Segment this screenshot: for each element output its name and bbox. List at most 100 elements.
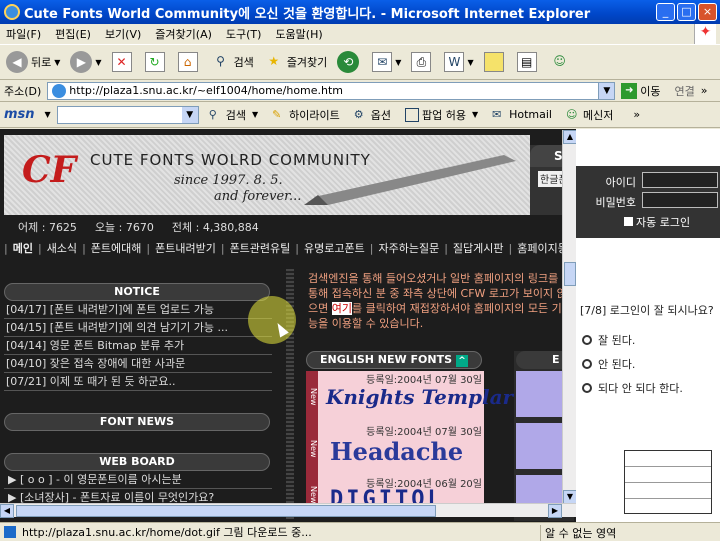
search-button[interactable]: ⚲ 검색 — [211, 52, 254, 72]
poll-option[interactable]: 안 된다. — [582, 356, 635, 372]
stop-button[interactable]: ✕ — [111, 52, 135, 72]
nav-main[interactable]: 메인 — [13, 240, 33, 256]
research-button[interactable]: ▤ — [516, 52, 540, 72]
msn-logo[interactable]: msn — [4, 107, 35, 122]
radio-button[interactable] — [582, 359, 592, 369]
scroll-right-button[interactable]: ▶ — [548, 504, 562, 518]
favorites-button[interactable]: ★ 즐겨찾기 — [264, 52, 327, 72]
font-card[interactable]: New 등록일:2004년 07월 30일 Knights Templar — [306, 371, 513, 423]
minimize-button[interactable]: _ — [656, 3, 675, 21]
hotmail-button[interactable]: ✉ Hotmail — [492, 108, 552, 122]
options-button[interactable]: ⚙ 옵션 — [354, 107, 391, 123]
book-icon: ▤ — [516, 52, 537, 72]
menu-help[interactable]: 도움말(H) — [275, 26, 322, 42]
scroll-left-button[interactable]: ◀ — [0, 504, 14, 518]
page-icon — [52, 83, 67, 98]
forward-button[interactable]: ▶ ▼ — [70, 51, 102, 73]
messenger-icon: ☺ — [566, 107, 578, 121]
scroll-down-button[interactable]: ▼ — [563, 490, 577, 504]
msn-chevron-icon[interactable]: » — [633, 108, 640, 121]
highlight-button[interactable]: ✎ 하이라이트 — [272, 107, 340, 123]
font-news-header[interactable]: FONT NEWS — [4, 413, 270, 431]
messenger-msn-button[interactable]: ☺ 메신저 — [566, 107, 613, 123]
radio-button[interactable] — [582, 383, 592, 393]
poll-option[interactable]: 잘 된다. — [582, 332, 635, 348]
msn-dropdown-icon[interactable]: ▼ — [45, 110, 51, 119]
menu-favorites[interactable]: 즐겨찾기(A) — [155, 26, 212, 42]
msn-search-dropdown-icon[interactable]: ▼ — [181, 106, 198, 123]
poll-option[interactable]: 되다 안 되다 한다. — [582, 380, 683, 396]
messenger-button[interactable]: ☺ — [550, 52, 573, 72]
vertical-scrollbar[interactable]: ▲ ▼ — [562, 130, 577, 504]
nav-qna[interactable]: 질답게시판 — [453, 240, 504, 256]
go-button[interactable]: ➜ 이동 — [621, 82, 661, 99]
forward-dropdown-icon[interactable]: ▼ — [95, 58, 101, 67]
nav-font-download[interactable]: 폰트내려받기 — [155, 240, 216, 256]
list-item[interactable]: [04/10] 잦은 접속 장애에 대한 사과문 — [4, 355, 272, 373]
edit-dropdown-icon[interactable]: ▼ — [467, 58, 473, 67]
close-button[interactable]: × — [698, 3, 717, 21]
home-button[interactable]: ⌂ — [177, 52, 201, 72]
msn-search-options-icon[interactable]: ▼ — [252, 110, 258, 119]
print-button[interactable]: ⎙ — [411, 52, 434, 72]
windows-logo-icon: ✦ — [694, 24, 716, 44]
english-new-fonts-header[interactable]: ENGLISH NEW FONTS ^ — [306, 351, 482, 369]
radio-button[interactable] — [582, 335, 592, 345]
id-input[interactable] — [642, 172, 718, 188]
printer-icon: ⎙ — [411, 52, 432, 72]
notice-message: 검색엔진을 통해 들어오셨거나 일반 홈페이지의 링크를 통해 접속하신 분 중… — [308, 271, 568, 331]
address-input[interactable]: http://plaza1.snu.ac.kr/~elf1004/home/ho… — [47, 81, 616, 100]
list-item[interactable]: [04/15] [폰트 내려받기]에 의견 남기기 가능 ... — [4, 319, 272, 337]
nav-logo-fonts[interactable]: 유명로고폰트 — [304, 240, 365, 256]
history-button[interactable]: ⟲ — [337, 51, 362, 73]
maximize-button[interactable]: □ — [677, 3, 696, 21]
nav-font-utils[interactable]: 폰트관련유틸 — [230, 240, 291, 256]
search-label: 검색 — [233, 56, 254, 69]
nav-about-fonts[interactable]: 폰트에대해 — [91, 240, 142, 256]
popup-dropdown-icon[interactable]: ▼ — [472, 110, 478, 119]
cf-logo[interactable]: CF — [22, 149, 76, 191]
notice-header[interactable]: NOTICE — [4, 283, 270, 301]
messenger-label: 메신저 — [583, 108, 614, 122]
font-card[interactable]: New 등록일:2004년 07월 30일 Headache — [306, 423, 484, 475]
back-button[interactable]: ◀ 뒤로 ▼ — [6, 51, 60, 73]
menu-edit[interactable]: 편집(E) — [55, 26, 91, 42]
address-dropdown-icon[interactable]: ▼ — [598, 82, 615, 99]
list-item[interactable]: ▶ [ o o ] - 이 영문폰트이름 아시는분 — [4, 471, 272, 489]
star-icon: ★ — [268, 54, 280, 68]
mail-dropdown-icon[interactable]: ▼ — [395, 58, 401, 67]
stat-today: 오늘 : 7670 — [94, 221, 154, 234]
poll-title: [7/8] 로그인이 잘 되시나요? — [580, 304, 714, 317]
hotmail-icon: ✉ — [492, 107, 502, 121]
menu-file[interactable]: 파일(F) — [6, 26, 41, 42]
scroll-up-button[interactable]: ▲ — [563, 130, 577, 144]
poll-result-box — [624, 450, 712, 514]
nav-faq[interactable]: 자주하는질문 — [378, 240, 439, 256]
popup-allow-button[interactable]: 팝업 허용 ▼ — [404, 107, 478, 123]
list-item[interactable]: [04/17] [폰트 내려받기]에 폰트 업로드 가능 — [4, 301, 272, 319]
msn-search-input[interactable]: ▼ — [56, 105, 199, 124]
nav-news[interactable]: 새소식 — [47, 240, 77, 256]
list-item[interactable]: [04/14] 영문 폰트 Bitmap 분류 추가 — [4, 337, 272, 355]
msn-search-button[interactable]: ⚲ 검색 ▼ — [209, 107, 258, 123]
discuss-button[interactable] — [483, 52, 507, 72]
links-label[interactable]: 연결 — [675, 83, 695, 99]
menu-tools[interactable]: 도구(T) — [226, 26, 262, 42]
scroll-up-icon[interactable]: ^ — [456, 355, 468, 367]
refresh-button[interactable]: ↻ — [144, 52, 168, 72]
horizontal-scroll-thumb[interactable] — [16, 505, 436, 517]
menu-view[interactable]: 보기(V) — [105, 26, 141, 42]
horizontal-scrollbar[interactable]: ◀ ▶ — [0, 503, 576, 518]
back-dropdown-icon[interactable]: ▼ — [54, 58, 60, 67]
edit-button[interactable]: W ▼ — [444, 52, 474, 72]
password-input[interactable] — [642, 192, 718, 208]
links-chevron-icon[interactable]: » — [701, 84, 708, 97]
list-item[interactable]: [07/21] 이제 또 때가 된 듯 하군요.. — [4, 373, 272, 391]
window-title-bar[interactable]: Cute Fonts World Community에 오신 것을 환영합니다.… — [0, 0, 720, 24]
autologin-checkbox[interactable] — [624, 217, 633, 226]
login-box: 아이디 비밀번호 자동 로그인 — [576, 166, 720, 238]
message-link[interactable]: 여기 — [331, 302, 352, 315]
scroll-thumb[interactable] — [563, 262, 576, 286]
mail-button[interactable]: ✉ ▼ — [372, 52, 401, 72]
web-board-header[interactable]: WEB BOARD — [4, 453, 270, 471]
